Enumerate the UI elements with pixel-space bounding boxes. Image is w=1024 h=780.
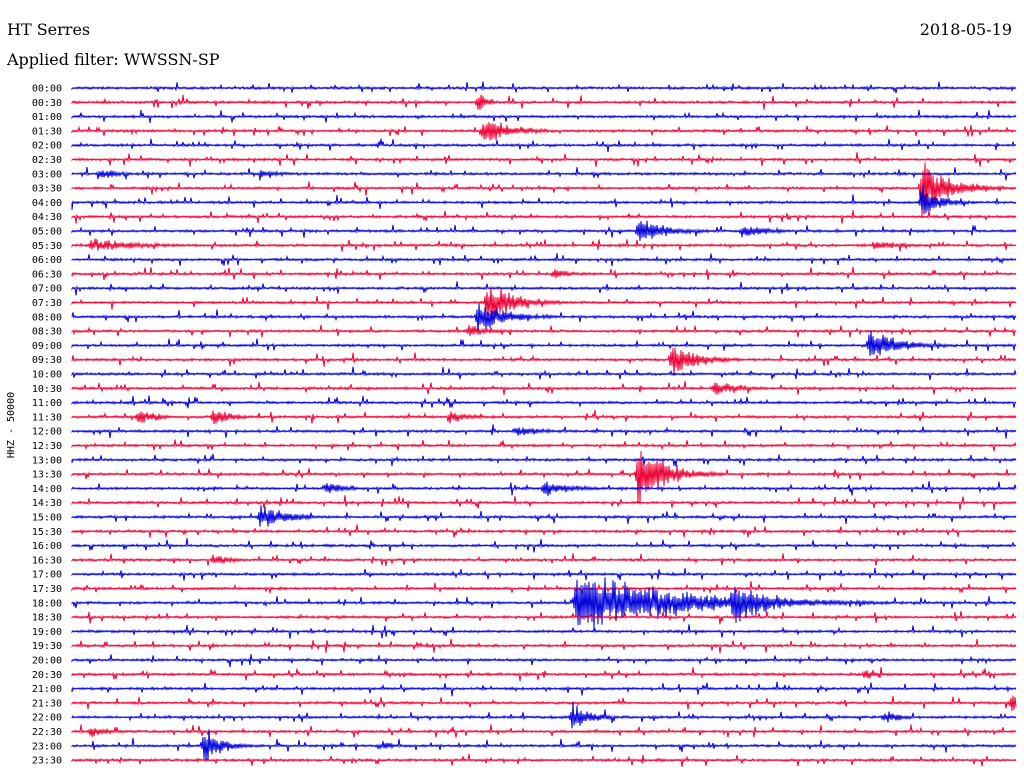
channel-label: HHZ - 50000 (6, 392, 17, 458)
seismic-trace (71, 724, 1017, 738)
seismic-trace (71, 303, 1017, 335)
seismic-trace (71, 366, 1017, 381)
seismic-trace (71, 122, 1017, 141)
seismic-trace (71, 152, 1017, 167)
time-tick-label: 07:00 (32, 284, 62, 295)
seismic-trace (71, 695, 1017, 712)
time-tick-label: 17:30 (32, 584, 62, 595)
time-tick-label: 23:30 (32, 756, 62, 767)
time-tick-label: 19:00 (32, 627, 62, 638)
time-tick-label: 07:30 (32, 298, 62, 309)
time-tick-label: 05:00 (32, 227, 62, 238)
time-tick-label: 05:30 (32, 241, 62, 252)
time-tick-label: 03:30 (32, 184, 62, 195)
time-tick-label: 22:30 (32, 727, 62, 738)
time-tick-label: 15:00 (32, 513, 62, 524)
time-tick-label: 09:30 (32, 355, 62, 366)
time-tick-label: 13:30 (32, 470, 62, 481)
seismic-trace (71, 285, 1017, 319)
time-tick-label: 01:30 (32, 126, 62, 137)
seismic-trace (71, 505, 1017, 527)
time-tick-label: 16:30 (32, 555, 62, 566)
seismic-trace (71, 94, 1017, 110)
seismic-trace (71, 654, 1017, 668)
seismic-trace (71, 162, 1017, 218)
seismic-trace (71, 701, 1017, 729)
seismic-trace (71, 567, 1017, 581)
time-tick-label: 17:00 (32, 570, 62, 581)
time-tick-label: 13:00 (32, 455, 62, 466)
seismic-trace (71, 210, 1017, 224)
time-tick-label: 19:30 (32, 641, 62, 652)
seismic-trace (71, 667, 1017, 682)
seismic-trace (71, 577, 1017, 631)
seismic-trace (71, 324, 1017, 338)
time-tick-label: 11:00 (32, 398, 62, 409)
time-tick-label: 06:30 (32, 269, 62, 280)
time-tick-label: 08:30 (32, 327, 62, 338)
time-tick-label: 04:30 (32, 212, 62, 223)
time-tick-label: 02:30 (32, 155, 62, 166)
time-tick-label: 12:00 (32, 427, 62, 438)
time-tick-label: 00:00 (32, 84, 62, 95)
time-tick-label: 10:30 (32, 384, 62, 395)
time-tick-label: 04:00 (32, 198, 62, 209)
time-tick-label: 18:30 (32, 613, 62, 624)
seismic-trace (71, 553, 1017, 567)
time-tick-label: 00:30 (32, 98, 62, 109)
seismic-trace (71, 524, 1017, 538)
time-tick-label: 14:00 (32, 484, 62, 495)
seismic-trace (71, 109, 1017, 123)
time-tick-label: 21:00 (32, 684, 62, 695)
time-tick-label: 01:00 (32, 112, 62, 123)
seismic-trace (71, 330, 1017, 357)
seismic-trace (71, 138, 1017, 153)
seismic-trace (71, 480, 1017, 496)
seismic-trace (71, 238, 1017, 252)
seismic-trace (71, 638, 1017, 654)
seismic-trace (71, 624, 1017, 639)
seismic-trace (71, 681, 1017, 697)
seismic-trace (71, 395, 1017, 409)
seismic-trace (71, 424, 1017, 439)
seismic-trace (71, 581, 1017, 594)
time-tick-label: 18:00 (32, 598, 62, 609)
seismic-trace (71, 253, 1017, 266)
time-tick-label: 16:00 (32, 541, 62, 552)
seismic-trace (71, 439, 1017, 452)
time-tick-label: 03:00 (32, 169, 62, 180)
time-tick-label: 20:30 (32, 670, 62, 681)
seismic-trace (71, 538, 1017, 553)
time-tick-label: 20:00 (32, 656, 62, 667)
seismic-trace (71, 266, 1017, 281)
seismic-trace (71, 753, 1017, 767)
time-tick-label: 09:00 (32, 341, 62, 352)
time-tick-label: 02:00 (32, 141, 62, 152)
seismic-trace (71, 167, 1017, 181)
time-tick-label: 23:00 (32, 741, 62, 752)
time-tick-label: 08:00 (32, 312, 62, 323)
time-tick-label: 14:30 (32, 498, 62, 509)
seismic-trace (71, 380, 1017, 395)
seismic-trace (71, 729, 1017, 761)
seismic-traces (71, 81, 1017, 767)
time-tick-label: 11:30 (32, 412, 62, 423)
time-tick-label: 21:30 (32, 698, 62, 709)
seismogram-chart: 00:00 00:30 01:00 01:30 02:00 02:30 03:00 03:30… (6, 81, 1017, 767)
seismic-trace (71, 409, 1017, 425)
time-tick-label: 10:00 (32, 370, 62, 381)
seismic-trace (71, 220, 1017, 241)
time-tick-label: 22:00 (32, 713, 62, 724)
seismic-trace (71, 453, 1017, 467)
time-tick-label: 06:00 (32, 255, 62, 266)
seismic-trace (71, 610, 1017, 625)
seismic-trace (71, 81, 1017, 94)
seismic-trace (71, 281, 1017, 296)
time-tick-label: 12:30 (32, 441, 62, 452)
time-tick-labels: 00:00 00:30 01:00 01:30 02:00 02:30 03:00 03:30… (32, 84, 62, 767)
seismic-trace (71, 495, 1017, 511)
time-tick-label: 15:30 (32, 527, 62, 538)
